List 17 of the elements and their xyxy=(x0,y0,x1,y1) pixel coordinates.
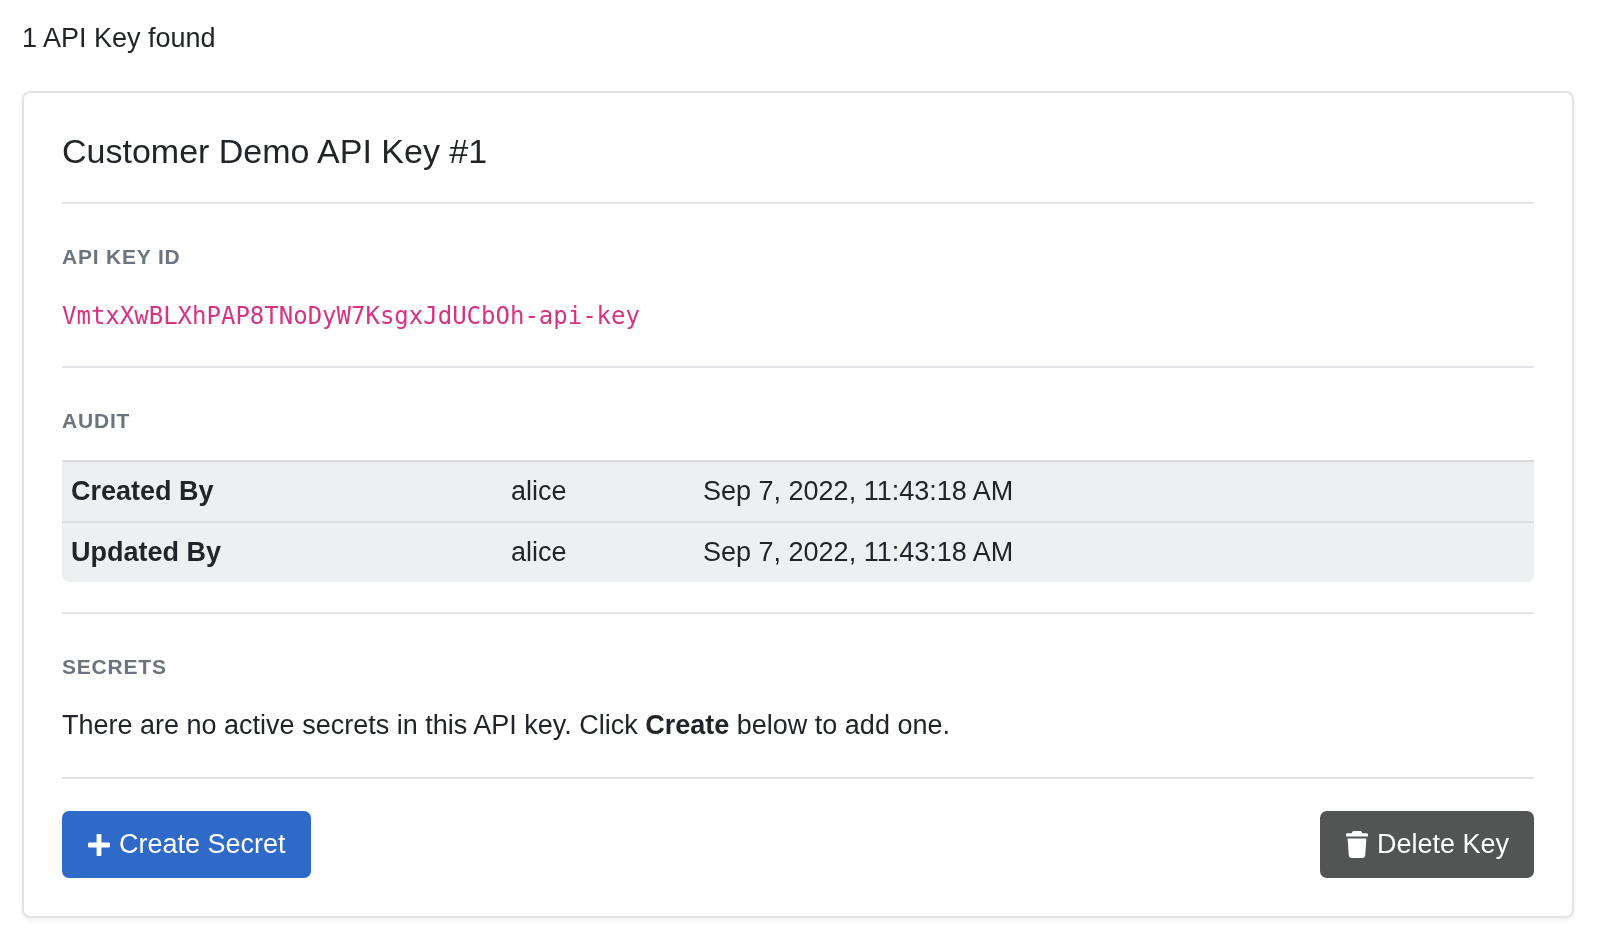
table-cell-text: Sep 7, 2022, 11:43:18 AM xyxy=(702,536,1015,569)
section-label: AUDIT xyxy=(62,408,131,434)
section-label: API KEY ID xyxy=(62,244,181,270)
table-cell-text: alice xyxy=(510,536,568,569)
card-title: Customer Demo API Key #1 xyxy=(62,131,488,172)
create-secret-button[interactable]: Create Secret xyxy=(62,811,311,878)
secrets-message: There are no active secrets in this API key. Click Create below to add one. xyxy=(62,709,950,742)
api-key-id: VmtxXwBLXhPAP8TNoDyW7KsgxJdUCbOh-api-key xyxy=(62,301,640,332)
plus-icon xyxy=(88,833,110,856)
delete-key-button[interactable]: Delete Key xyxy=(1319,811,1534,878)
section-label: SECRETS xyxy=(62,654,167,680)
table-cell-text: Created By xyxy=(70,475,215,508)
table-cell-text: alice xyxy=(510,475,568,508)
trash-icon xyxy=(1345,831,1368,858)
table-cell-text: Sep 7, 2022, 11:43:18 AM xyxy=(702,475,1015,508)
result-count: 1 API Key found xyxy=(22,22,216,55)
table-cell-text: Updated By xyxy=(70,536,223,569)
